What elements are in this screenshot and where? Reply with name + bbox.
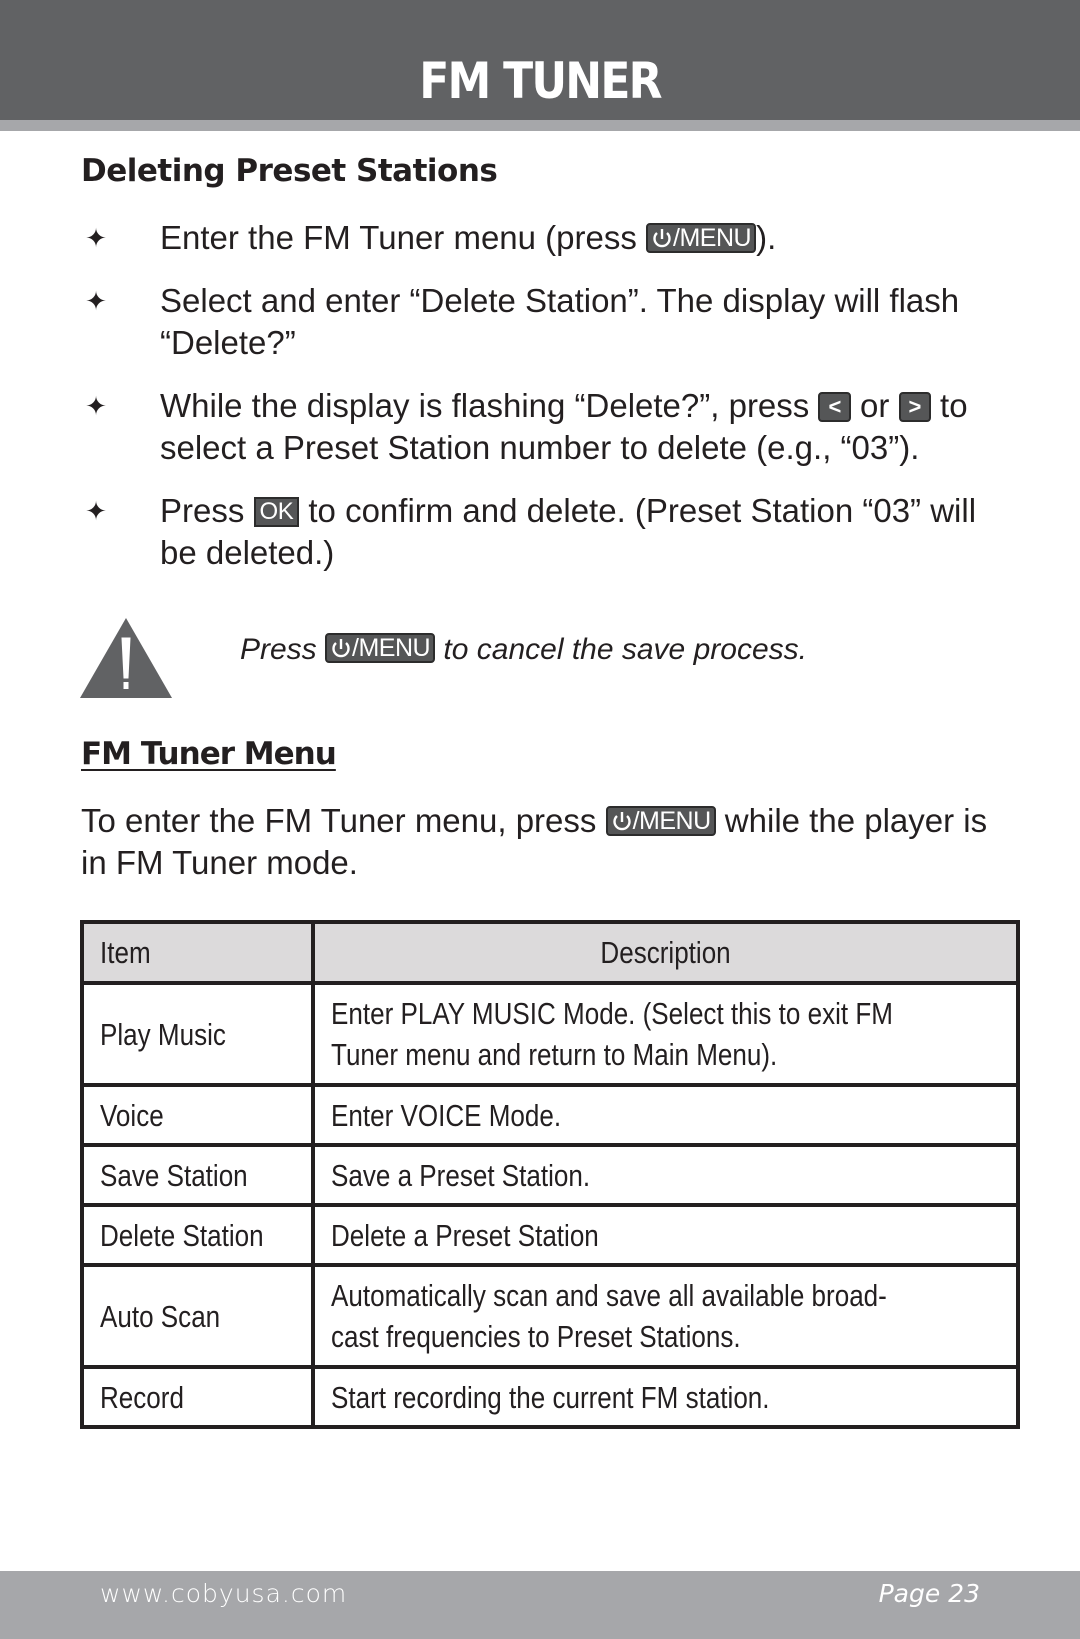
section-heading-deleting-presets: Deleting Preset Stations [81, 153, 498, 189]
table-row: Save Station Save a Preset Station. [80, 1143, 1020, 1207]
table-row: Voice Enter VOICE Mode. [80, 1083, 1020, 1147]
star-bullet-icon: ✦ [85, 391, 107, 421]
cell-item: Record [80, 1365, 315, 1429]
cell-description: Enter PLAY MUSIC Mode. (Select this to e… [310, 981, 1020, 1087]
table-row: Play Music Enter PLAY MUSIC Mode. (Selec… [80, 981, 1020, 1087]
page-title: FM TUNER [419, 52, 662, 110]
ok-key: OK [253, 497, 300, 527]
bullet-text: While the display is flashing “Delete?”,… [160, 387, 819, 424]
intro-paragraph: To enter the FM Tuner menu, press /MENU … [81, 800, 1001, 884]
power-menu-key: /MENU [605, 806, 716, 836]
cell-description: Start recording the current FM station. [310, 1365, 1020, 1429]
key-label: /MENU [352, 634, 431, 662]
star-bullet-icon: ✦ [85, 286, 107, 316]
bullet-text: or [850, 387, 899, 424]
right-arrow-key: > [898, 392, 931, 422]
table-row: Record Start recording the current FM st… [80, 1365, 1020, 1429]
fm-tuner-menu-table: Item Description Play Music Enter PLAY M… [80, 920, 1020, 1429]
key-label: /MENU [632, 807, 712, 835]
warning-text: to cancel the save process. [435, 633, 807, 666]
cell-description: Automatically scan and save all availabl… [310, 1263, 1020, 1369]
page-number: Page 23 [878, 1579, 980, 1608]
cell-item: Play Music [80, 981, 315, 1087]
intro-text: To enter the FM Tuner menu, press [81, 802, 606, 839]
power-icon [653, 229, 671, 248]
header-stripe [0, 120, 1080, 131]
star-bullet-icon: ✦ [85, 223, 107, 253]
power-menu-key: /MENU [646, 223, 757, 253]
cell-item: Delete Station [80, 1203, 315, 1267]
cell-description: Enter VOICE Mode. [310, 1083, 1020, 1147]
cell-item: Auto Scan [80, 1263, 315, 1369]
power-icon [332, 639, 350, 658]
cell-item: Save Station [80, 1143, 315, 1207]
left-arrow-key: < [818, 392, 851, 422]
warning-triangle-icon [80, 618, 172, 698]
bullet-text: Press [160, 492, 254, 529]
star-bullet-icon: ✦ [85, 496, 107, 526]
page-footer: www.cobyusa.com Page 23 [0, 1571, 1080, 1639]
cell-description: Delete a Preset Station [310, 1203, 1020, 1267]
warning-text: Press [240, 633, 326, 666]
bullet-text: ). [756, 219, 777, 256]
key-label: /MENU [673, 224, 752, 252]
table-row: Delete Station Delete a Preset Station [80, 1203, 1020, 1267]
column-header-item: Item [80, 920, 315, 985]
power-menu-key: /MENU [325, 633, 436, 663]
bullet-text: Enter the FM Tuner menu (press [160, 219, 647, 256]
column-header-description: Description [310, 920, 1020, 985]
section-heading-fm-tuner-menu: FM Tuner Menu [81, 736, 337, 772]
table-header-row: Item Description [80, 920, 1020, 985]
cell-description: Save a Preset Station. [310, 1143, 1020, 1207]
cell-item: Voice [80, 1083, 315, 1147]
table-row: Auto Scan Automatically scan and save al… [80, 1263, 1020, 1369]
website-link[interactable]: www.cobyusa.com [100, 1579, 347, 1608]
page-header: FM TUNER [0, 0, 1080, 120]
power-icon [612, 812, 631, 831]
warning-note: Press /MENU to cancel the save process. [240, 630, 807, 670]
bullet-text: Select and enter “Delete Station”. The d… [160, 282, 960, 361]
